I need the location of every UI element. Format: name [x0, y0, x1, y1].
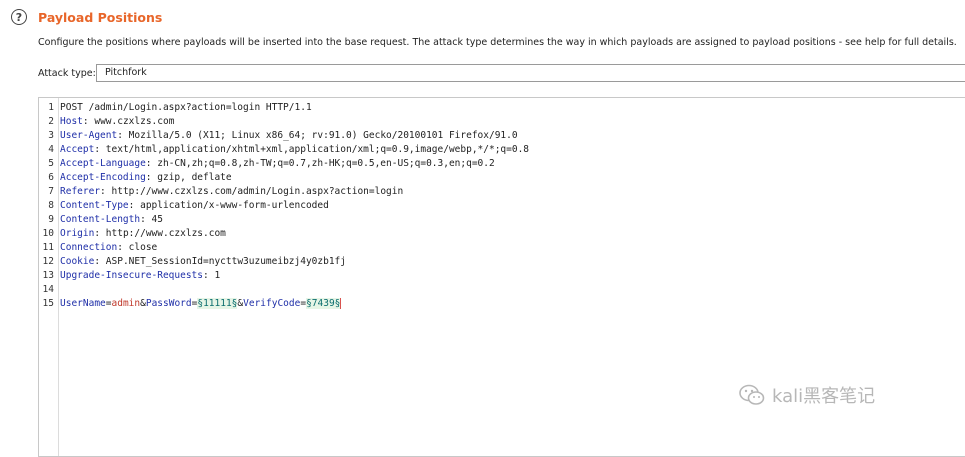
request-line[interactable]: POST /admin/Login.aspx?action=login HTTP… [60, 102, 312, 116]
header-value: zh-CN,zh;q=0.8,zh-TW;q=0.7,zh-HK;q=0.5,e… [151, 158, 495, 169]
header-value: application/x-www-form-urlencoded [134, 200, 329, 211]
line-number: 15 [42, 298, 54, 309]
header-value: gzip, deflate [151, 172, 232, 183]
header-name: Accept-Language [60, 158, 146, 169]
request-text: POST /admin/Login.aspx?action=login HTTP… [60, 102, 312, 113]
header-name: Upgrade-Insecure-Requests [60, 270, 203, 281]
line-number: 2 [48, 116, 54, 127]
line-number: 6 [48, 172, 54, 183]
line-number: 9 [48, 214, 54, 225]
header-name: Origin [60, 228, 95, 239]
header-name: Referer [60, 186, 101, 197]
header-value: 1 [208, 270, 221, 281]
line-number: 3 [48, 130, 54, 141]
request-line[interactable]: Content-Type: application/x-www-form-url… [60, 200, 329, 214]
request-line[interactable]: Connection: close [60, 242, 157, 256]
param-key: UserName [60, 298, 106, 309]
request-line[interactable]: Content-Length: 45 [60, 214, 163, 228]
text-cursor [340, 298, 342, 309]
header-value: www.czxlzs.com [88, 116, 175, 127]
payload-position-marker[interactable]: §11111§ [197, 298, 238, 309]
header-name: Content-Length [60, 214, 141, 225]
header-name: User-Agent [60, 130, 118, 141]
request-line[interactable]: Accept: text/html,application/xhtml+xml,… [60, 144, 529, 158]
param-key: VerifyCode [243, 298, 301, 309]
request-line[interactable]: Upgrade-Insecure-Requests: 1 [60, 270, 220, 284]
header-name: Host [60, 116, 83, 127]
help-icon[interactable]: ? [11, 9, 27, 25]
header-value: 45 [145, 214, 163, 225]
header-name: Accept-Encoding [60, 172, 146, 183]
param-key: PassWord [145, 298, 192, 309]
wechat-icon [739, 384, 765, 405]
watermark: kali黑客笔记 [738, 380, 875, 410]
request-line[interactable]: Referer: http://www.czxlzs.com/admin/Log… [60, 186, 403, 200]
request-line[interactable]: Origin: http://www.czxlzs.com [60, 228, 226, 242]
line-number: 10 [42, 228, 54, 239]
attack-type-select[interactable]: Pitchfork [96, 64, 965, 82]
header-name: Cookie [60, 256, 95, 267]
header-name: Accept [60, 144, 95, 155]
header-name: Connection [60, 242, 118, 253]
request-body-line[interactable]: UserName=admin&PassWord=§11111§&VerifyCo… [60, 298, 342, 312]
watermark-text: kali黑客笔记 [772, 386, 876, 407]
request-line[interactable]: User-Agent: Mozilla/5.0 (X11; Linux x86_… [60, 130, 518, 144]
payload-position-marker[interactable]: §7439§ [306, 298, 341, 309]
panel-description: Configure the positions where payloads w… [38, 37, 957, 48]
header-name: Content-Type [60, 200, 129, 211]
attack-type-label: Attack type: [38, 68, 96, 79]
line-number: 12 [42, 256, 54, 267]
line-number: 4 [48, 144, 54, 155]
request-line[interactable]: Cookie: ASP.NET_SessionId=nycttw3uzumeib… [60, 256, 346, 270]
header-value: close [122, 242, 158, 253]
request-line[interactable]: Host: www.czxlzs.com [60, 116, 174, 130]
panel-title: Payload Positions [38, 10, 163, 25]
header-value: text/html,application/xhtml+xml,applicat… [100, 144, 530, 155]
line-number: 8 [48, 200, 54, 211]
line-number: 1 [48, 102, 54, 113]
header-value: http://www.czxlzs.com/admin/Login.aspx?a… [105, 186, 404, 197]
line-number: 5 [48, 158, 54, 169]
line-number: 13 [42, 270, 54, 281]
request-line[interactable]: Accept-Language: zh-CN,zh;q=0.8,zh-TW;q=… [60, 158, 495, 172]
header-value: Mozilla/5.0 (X11; Linux x86_64; rv:91.0)… [122, 130, 518, 141]
header-value: ASP.NET_SessionId=nycttw3uzumeibzj4y0zb1… [100, 256, 347, 267]
line-number: 14 [42, 284, 54, 295]
line-number: 7 [48, 186, 54, 197]
line-number: 11 [42, 242, 54, 253]
header-value: http://www.czxlzs.com [100, 228, 226, 239]
param-value: admin [111, 298, 141, 309]
request-line[interactable]: Accept-Encoding: gzip, deflate [60, 172, 232, 186]
